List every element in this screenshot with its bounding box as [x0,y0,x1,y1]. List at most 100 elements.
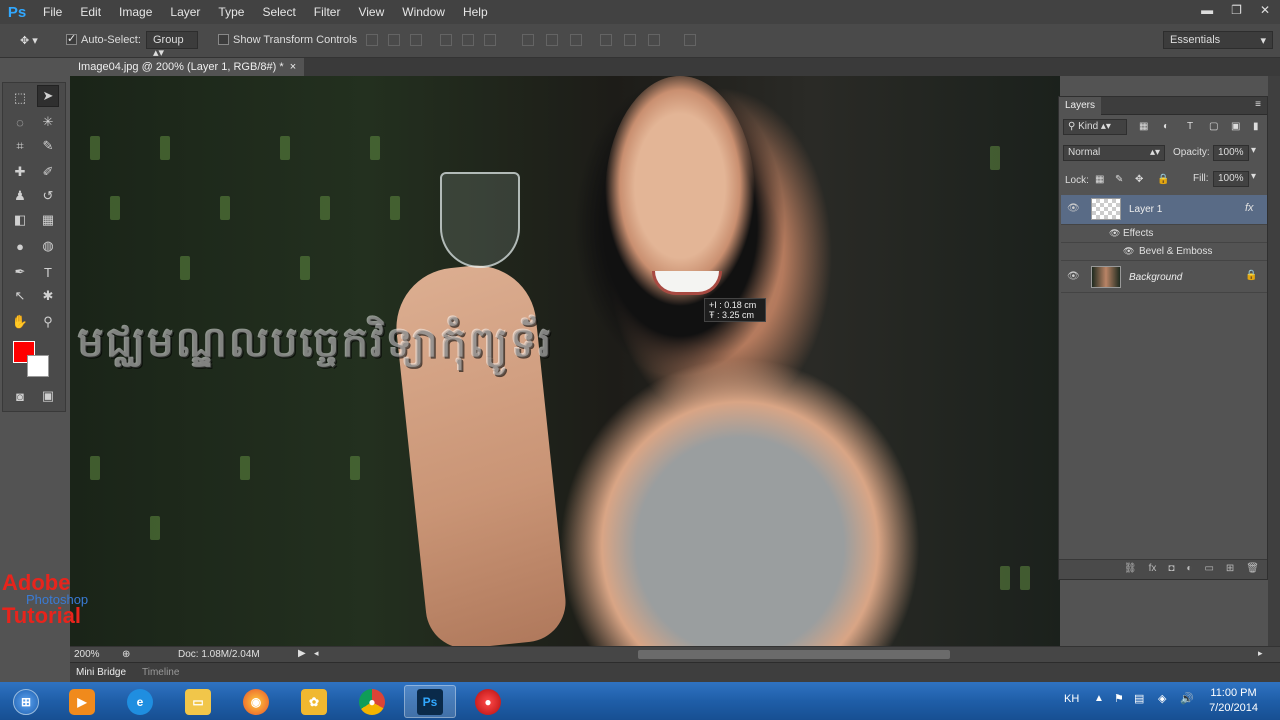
filter-smart-object-icon[interactable]: ▣ [1231,121,1240,132]
effects-row[interactable]: 👁 Effects [1061,225,1267,243]
hand-tool-icon[interactable]: ✋ [9,311,31,333]
menu-view[interactable]: View [349,0,393,24]
filter-type-icon[interactable]: T [1187,121,1193,132]
healing-brush-tool-icon[interactable]: ✚ [9,161,31,183]
status-icon[interactable]: ⊕ [122,649,130,660]
effect-eye-icon[interactable]: 👁 [1123,246,1134,257]
menu-layer[interactable]: Layer [161,0,209,24]
taskbar-chrome[interactable]: ● [346,685,398,718]
document-tab-close-icon[interactable]: × [290,61,296,73]
align-right-icon[interactable] [484,34,496,46]
opacity-input[interactable]: 100% [1213,145,1249,161]
menu-type[interactable]: Type [209,0,253,24]
eyedropper-tool-icon[interactable]: ✎ [37,135,59,157]
action-center-icon[interactable]: ⚑ [1114,692,1124,705]
volume-icon[interactable]: 🔊 [1180,692,1194,705]
language-indicator[interactable]: KH [1064,693,1079,705]
fill-input[interactable]: 100% [1213,171,1249,187]
restore-button[interactable]: ❐ [1231,3,1242,17]
align-top-icon[interactable] [366,34,378,46]
visibility-eye-icon[interactable]: 👁 [1067,271,1080,282]
add-style-icon[interactable]: fx [1149,563,1157,576]
taskbar-paint-app[interactable]: ✿ [288,685,340,718]
taskbar-file-explorer[interactable]: ▭ [172,685,224,718]
distribute-top-icon[interactable] [522,34,534,46]
menu-file[interactable]: File [34,0,71,24]
type-tool-icon[interactable]: T [37,261,59,283]
layer-name[interactable]: Background [1129,272,1182,283]
align-hcenter-icon[interactable] [462,34,474,46]
auto-align-icon[interactable] [684,34,696,46]
menu-filter[interactable]: Filter [305,0,350,24]
layer-name[interactable]: Layer 1 [1129,204,1162,215]
taskbar-firefox[interactable]: ◉ [230,685,282,718]
tab-timeline[interactable]: Timeline [142,667,179,678]
path-selection-tool-icon[interactable]: ↖ [9,285,31,307]
distribute-left-icon[interactable] [600,34,612,46]
effects-eye-icon[interactable]: 👁 [1109,228,1120,239]
visibility-eye-icon[interactable]: 👁 [1067,203,1080,214]
marquee-tool-icon[interactable]: ⬚ [9,87,31,109]
align-bottom-icon[interactable] [410,34,422,46]
eraser-tool-icon[interactable]: ◧ [9,209,31,231]
blur-tool-icon[interactable]: ● [9,235,31,257]
tray-app-icon[interactable]: ◈ [1158,692,1166,705]
auto-select-checkbox[interactable] [66,32,77,45]
show-transform-checkbox[interactable] [218,34,229,45]
scroll-left-icon[interactable]: ◂ [314,648,319,659]
filter-pixel-icon[interactable]: ▦ [1139,121,1148,132]
menu-help[interactable]: Help [454,0,497,24]
link-layers-icon[interactable]: ⛓ [1124,563,1137,576]
dodge-tool-icon[interactable]: ◍ [37,235,59,257]
history-brush-tool-icon[interactable]: ↺ [37,185,59,207]
menu-image[interactable]: Image [110,0,161,24]
taskbar-clock[interactable]: 11:00 PM 7/20/2014 [1209,686,1258,716]
photoshop-logo-icon[interactable]: Ps [0,0,34,24]
background-color-swatch[interactable] [27,355,49,377]
document-tab[interactable]: Image04.jpg @ 200% (Layer 1, RGB/8#) * × [70,58,305,76]
distribute-bottom-icon[interactable] [570,34,582,46]
tab-layers[interactable]: Layers [1059,97,1102,115]
vertical-scrollbar[interactable] [1268,76,1280,646]
distribute-right-icon[interactable] [648,34,660,46]
quick-mask-icon[interactable]: ◙ [9,385,31,407]
new-group-icon[interactable]: ▭ [1204,563,1213,576]
filter-adjustment-icon[interactable]: ◐ [1163,121,1169,132]
network-icon[interactable]: ▤ [1134,692,1144,705]
distribute-vcenter-icon[interactable] [546,34,558,46]
layer-fx-icon[interactable]: fx [1245,202,1254,214]
menu-select[interactable]: Select [253,0,304,24]
distribute-hcenter-icon[interactable] [624,34,636,46]
pen-tool-icon[interactable]: ✒ [9,261,31,283]
panel-menu-icon[interactable]: ≡ [1255,99,1261,110]
zoom-tool-icon[interactable]: ⚲ [37,311,59,333]
scroll-right-icon[interactable]: ▸ [1258,648,1263,659]
crop-tool-icon[interactable]: ⌗ [9,135,31,157]
menu-window[interactable]: Window [393,0,454,24]
bevel-text-layer[interactable]: មជ្ឈមណ្ឌលបច្ចេកវិទ្យាកុំព្យូទ័រ [78,316,838,378]
align-left-icon[interactable] [440,34,452,46]
opacity-dropdown-icon[interactable]: ▾ [1251,145,1256,156]
move-tool-icon[interactable]: ✥ ▾ [20,34,38,47]
lock-all-icon[interactable]: 🔒 [1157,174,1169,185]
lock-position-icon[interactable]: ✥ [1135,174,1143,185]
delete-layer-icon[interactable]: 🗑 [1246,563,1259,576]
lock-transparency-icon[interactable]: ▦ [1095,174,1104,185]
layer-row-background[interactable]: 👁 Background 🔒 [1061,263,1267,293]
tray-expand-icon[interactable]: ▲ [1094,693,1104,704]
new-layer-icon[interactable]: ⊞ [1226,563,1234,576]
minimize-button[interactable]: ▬ [1201,3,1213,17]
filter-shape-icon[interactable]: ▢ [1209,121,1218,132]
add-mask-icon[interactable]: ◘ [1168,563,1174,576]
move-tool-icon[interactable]: ➤ [37,85,59,107]
taskbar-recorder[interactable]: ● [462,685,514,718]
taskbar-photoshop[interactable]: Ps [404,685,456,718]
layer-kind-filter[interactable]: ⚲ Kind ▴▾ [1063,119,1127,135]
fill-dropdown-icon[interactable]: ▾ [1251,171,1256,182]
menu-edit[interactable]: Edit [71,0,110,24]
zoom-level[interactable]: 200% [74,649,100,660]
brush-tool-icon[interactable]: ✐ [37,161,59,183]
status-menu-arrow-icon[interactable]: ▶ [298,648,306,659]
clone-stamp-tool-icon[interactable]: ♟ [9,185,31,207]
document-canvas[interactable]: មជ្ឈមណ្ឌលបច្ចេកវិទ្យាកុំព្យូទ័រ +I : 0.1… [70,76,1060,646]
